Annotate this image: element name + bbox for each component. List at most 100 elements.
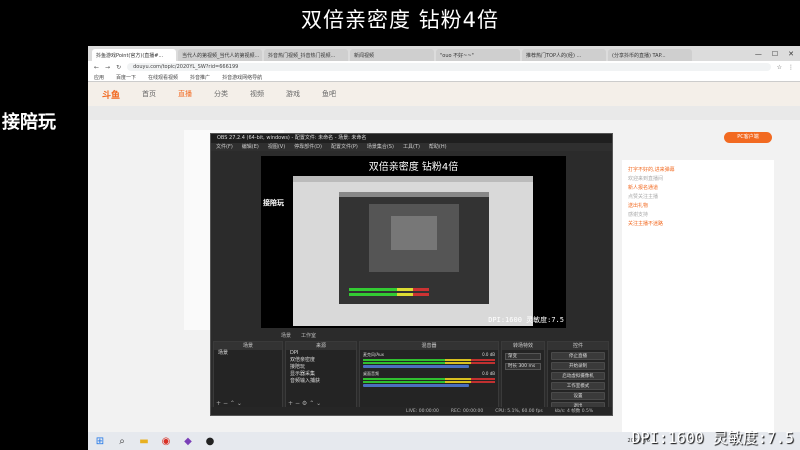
menu-view[interactable]: 视图(V) bbox=[268, 143, 285, 151]
start-recording-button[interactable]: 开始录制 bbox=[551, 362, 605, 370]
bookmark-item[interactable]: 抖音推广 bbox=[190, 74, 210, 81]
chat-line: 打字不好的,进来弹幕 bbox=[628, 167, 675, 173]
nav-item-yuba[interactable]: 鱼吧 bbox=[322, 89, 336, 99]
obs-icon[interactable]: ● bbox=[204, 435, 216, 447]
add-icon[interactable]: + bbox=[216, 400, 221, 407]
browser-tab-bar: 抖鱼游戏Point(官方)(直播#... 当代人的第视频_当代人的第视频... … bbox=[88, 46, 800, 61]
rec-status: REC: 00:00:00 bbox=[450, 408, 484, 414]
search-icon[interactable]: ⌕ bbox=[116, 435, 128, 447]
menu-edit[interactable]: 编辑(E) bbox=[242, 143, 259, 151]
channel-name: 麦克风/Aux bbox=[363, 352, 384, 357]
move-down-icon[interactable]: ⌄ bbox=[237, 400, 242, 407]
source-item[interactable]: 双倍亲密度 bbox=[286, 357, 356, 364]
studio-mode-button[interactable]: 工作室模式 bbox=[551, 382, 605, 390]
transition-select[interactable]: 渐变 bbox=[505, 353, 541, 360]
audio-meter bbox=[363, 378, 495, 380]
dock-header: 来源 bbox=[286, 342, 356, 350]
chat-line: 感谢支持 bbox=[628, 212, 649, 218]
obs-preview[interactable]: 双倍亲密度 钻粉4倍 接陪玩 DPI:1600 灵敏度:7.5 bbox=[261, 156, 566, 328]
pc-client-button[interactable]: PC客户端 bbox=[724, 132, 772, 143]
app-icon[interactable]: ◆ bbox=[182, 435, 194, 447]
nav-item-video[interactable]: 视频 bbox=[250, 89, 264, 99]
chat-panel: 打字不好的,进来弹幕 欢迎来到直播间 新人报名通道 点赞关注主播 送出礼物 感谢… bbox=[622, 160, 774, 432]
maximize-icon[interactable]: ☐ bbox=[772, 50, 778, 58]
address-bar: ← → ↻ douyu.com/topic/2020YL_SW?rid=6661… bbox=[88, 61, 800, 73]
dpi-overlay: DPI:1600 灵敏度:7.5 bbox=[631, 429, 794, 447]
menu-file[interactable]: 文件(F) bbox=[216, 143, 233, 151]
duration-field[interactable]: 时长 300 ms bbox=[505, 363, 541, 370]
browser-tab[interactable]: "ouo 不好~~" bbox=[436, 49, 520, 61]
forward-icon[interactable]: → bbox=[105, 64, 110, 71]
audio-meter bbox=[363, 359, 495, 361]
nav-item-live[interactable]: 直播 bbox=[178, 89, 192, 99]
virtual-camera-button[interactable]: 启动虚拟摄像机 bbox=[551, 372, 605, 380]
windows-start-icon[interactable]: ⊞ bbox=[94, 435, 106, 447]
source-item[interactable]: 音频输入捕获 bbox=[286, 378, 356, 385]
volume-slider[interactable] bbox=[363, 365, 469, 368]
mixer-dock: 混音器 麦克风/Aux 0.0 dB 桌面音频 0.0 dB bbox=[359, 341, 499, 409]
move-up-icon[interactable]: ⌃ bbox=[230, 400, 235, 407]
bookmark-item[interactable]: 百度一下 bbox=[116, 74, 136, 81]
bookmark-item[interactable]: 应用 bbox=[94, 74, 104, 81]
settings-button[interactable]: 设置 bbox=[551, 392, 605, 400]
menu-scene-collection[interactable]: 场景集合(S) bbox=[367, 143, 394, 151]
controls-dock: 控件 停止直播 开始录制 启动虚拟摄像机 工作室模式 设置 退出 bbox=[547, 341, 609, 410]
browser-tab[interactable]: 新闻视频 bbox=[350, 49, 434, 61]
nav-item-category[interactable]: 分类 bbox=[214, 89, 228, 99]
browser-tab[interactable]: 抖音热门视频_抖音热门视频... bbox=[264, 49, 348, 61]
browser-tab[interactable]: (分享抖币的直播) TAP... bbox=[608, 49, 692, 61]
side-label: 接陪玩 bbox=[2, 112, 56, 133]
transitions-dock: 转场特效 渐变 时长 300 ms bbox=[501, 341, 545, 409]
back-icon[interactable]: ← bbox=[94, 64, 99, 71]
menu-help[interactable]: 帮助(H) bbox=[429, 143, 447, 151]
bookmark-item[interactable]: 在线观看视频 bbox=[148, 74, 178, 81]
volume-slider[interactable] bbox=[363, 384, 469, 387]
menu-docks[interactable]: 停靠部件(D) bbox=[294, 143, 322, 151]
chrome-icon[interactable]: ◉ bbox=[160, 435, 172, 447]
duration-label: 时长 bbox=[508, 364, 517, 369]
minimize-icon[interactable]: — bbox=[755, 50, 762, 58]
nav-item-game[interactable]: 游戏 bbox=[286, 89, 300, 99]
gear-icon[interactable]: ⚙ bbox=[302, 400, 307, 407]
remove-icon[interactable]: − bbox=[295, 400, 300, 407]
bookmark-item[interactable]: 抖音游戏网络导航 bbox=[222, 74, 262, 81]
close-icon[interactable]: ✕ bbox=[788, 50, 794, 58]
obs-status-bar: LIVE: 00:00:00 REC: 00:00:00 CPU: 5.1%, … bbox=[211, 407, 612, 415]
source-item[interactable]: 显示器采集 bbox=[286, 371, 356, 378]
menu-tools[interactable]: 工具(T) bbox=[403, 143, 420, 151]
preview-scene-label[interactable]: 场景 bbox=[281, 332, 291, 339]
source-item[interactable]: 接陪玩 bbox=[286, 364, 356, 371]
source-item[interactable]: DPI bbox=[286, 350, 356, 357]
file-explorer-icon[interactable]: ▬ bbox=[138, 435, 150, 447]
move-down-icon[interactable]: ⌄ bbox=[316, 400, 321, 407]
duration-value: 300 ms bbox=[518, 364, 536, 369]
star-icon[interactable]: ☆ bbox=[777, 64, 782, 71]
site-nav: 斗鱼 首页 直播 分类 视频 游戏 鱼吧 bbox=[88, 82, 800, 106]
menu-profile[interactable]: 配置文件(P) bbox=[331, 143, 358, 151]
audio-meter bbox=[363, 381, 495, 383]
menu-icon[interactable]: ⋮ bbox=[788, 64, 794, 71]
preview-studio-label[interactable]: 工作室 bbox=[301, 332, 316, 339]
move-up-icon[interactable]: ⌃ bbox=[309, 400, 314, 407]
nav-item-home[interactable]: 首页 bbox=[142, 89, 156, 99]
browser-tab[interactable]: 抖鱼游戏Point(官方)(直播#... bbox=[92, 49, 176, 61]
stop-streaming-button[interactable]: 停止直播 bbox=[551, 352, 605, 360]
remove-icon[interactable]: − bbox=[223, 400, 228, 407]
preview-dpi: DPI:1600 灵敏度:7.5 bbox=[488, 316, 564, 324]
add-icon[interactable]: + bbox=[288, 400, 293, 407]
reload-icon[interactable]: ↻ bbox=[116, 64, 121, 71]
chat-line: 点赞关注主播 bbox=[628, 194, 659, 200]
url-input[interactable]: douyu.com/topic/2020YL_SW?rid=666199 bbox=[127, 63, 771, 71]
cpu-status: CPU: 5.1%, 60.00 fps bbox=[495, 408, 543, 414]
browser-tab[interactable]: 推荐热门TOP人的(经) ... bbox=[522, 49, 606, 61]
browser-tab[interactable]: 当代人的第视频_当代人的第视频... bbox=[178, 49, 262, 61]
obs-title-bar: OBS 27.2.4 (64-bit, windows) - 配置文件: 未命名… bbox=[211, 134, 612, 143]
sources-dock: 来源 DPI 双倍亲密度 接陪玩 显示器采集 音频输入捕获 + − ⚙ ⌃ ⌄ bbox=[285, 341, 357, 409]
preview-title: 双倍亲密度 钻粉4倍 bbox=[368, 162, 459, 173]
scene-item[interactable]: 场景 bbox=[214, 350, 282, 357]
dock-header: 控件 bbox=[548, 342, 608, 350]
mixer-channel: 桌面音频 0.0 dB bbox=[360, 369, 498, 388]
preview-side-label: 接陪玩 bbox=[263, 199, 284, 207]
preview-controls: 场景 工作室 bbox=[211, 331, 612, 339]
site-logo[interactable]: 斗鱼 bbox=[102, 88, 120, 101]
